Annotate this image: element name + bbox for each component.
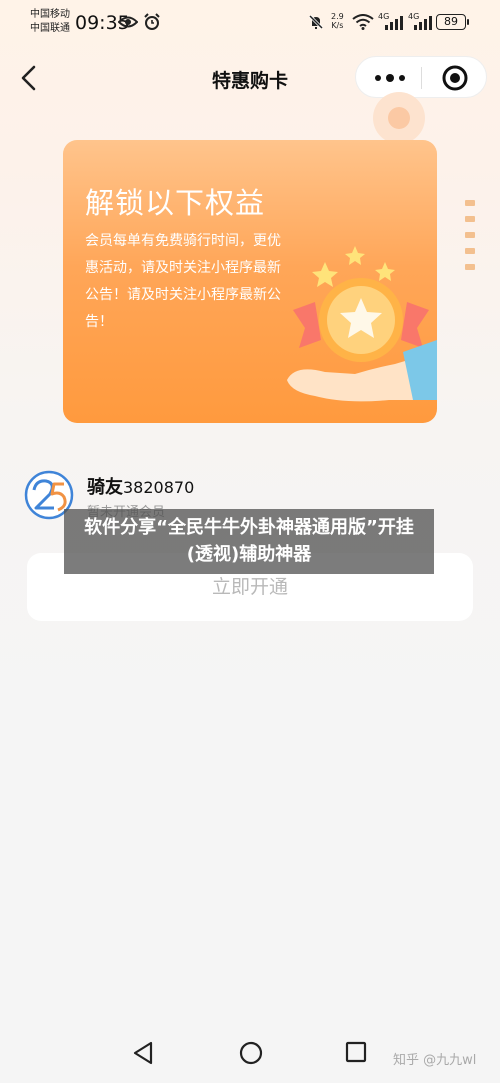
top-bar: 特惠购卡 bbox=[0, 50, 500, 106]
medal-hand-icon bbox=[287, 246, 437, 402]
eye-icon bbox=[118, 16, 138, 28]
alarm-icon bbox=[144, 13, 160, 30]
user-name: 骑友3820870 bbox=[87, 473, 194, 499]
carrier-1: 中国移动 bbox=[30, 9, 70, 20]
card-description: 会员每单有免费骑行时间，更优惠活动，请及时关注小程序最新公告！请及时关注小程序最… bbox=[85, 233, 281, 330]
card-title: 解锁以下权益 bbox=[85, 186, 266, 220]
decorative-dash bbox=[465, 200, 475, 206]
home-circle-icon[interactable] bbox=[239, 1041, 263, 1065]
mini-program-capsule bbox=[355, 56, 487, 98]
recents-square-icon[interactable] bbox=[345, 1041, 367, 1063]
network-speed: 2.9 K/s bbox=[331, 12, 344, 30]
wifi-icon bbox=[352, 14, 374, 30]
decorative-dash bbox=[465, 248, 475, 254]
signal-icon bbox=[385, 16, 403, 30]
status-bar: 中国移动 中国联通 09:35 2.9 K/s 4G 4G 89 bbox=[0, 0, 500, 46]
decorative-dash bbox=[465, 232, 475, 238]
capsule-divider bbox=[421, 67, 422, 89]
target-icon[interactable] bbox=[442, 65, 468, 91]
overlay-caption: 软件分享“全民牛牛外卦神器通用版”开挂(透视)辅助神器 bbox=[64, 509, 434, 574]
carrier-info: 中国移动 中国联通 bbox=[30, 8, 70, 36]
user-name-label: 骑友 bbox=[87, 477, 123, 498]
signal-icon bbox=[414, 16, 432, 30]
more-dots-icon[interactable] bbox=[374, 70, 406, 86]
back-triangle-icon[interactable] bbox=[132, 1041, 154, 1065]
carrier-2: 中国联通 bbox=[30, 23, 70, 34]
decorative-dash bbox=[465, 264, 475, 270]
speed-value: 2.9 bbox=[331, 12, 344, 21]
mute-icon bbox=[308, 14, 324, 30]
watermark: 知乎 @九九wl bbox=[393, 1053, 477, 1068]
speed-unit: K/s bbox=[331, 21, 344, 30]
battery-icon: 89 bbox=[436, 14, 469, 30]
user-id: 3820870 bbox=[123, 478, 195, 497]
decorative-dash bbox=[465, 216, 475, 222]
benefit-card: 解锁以下权益 会员每单有免费骑行时间，更优惠活动，请及时关注小程序最新公告！请及… bbox=[63, 140, 437, 423]
decorative-circle bbox=[373, 92, 425, 144]
